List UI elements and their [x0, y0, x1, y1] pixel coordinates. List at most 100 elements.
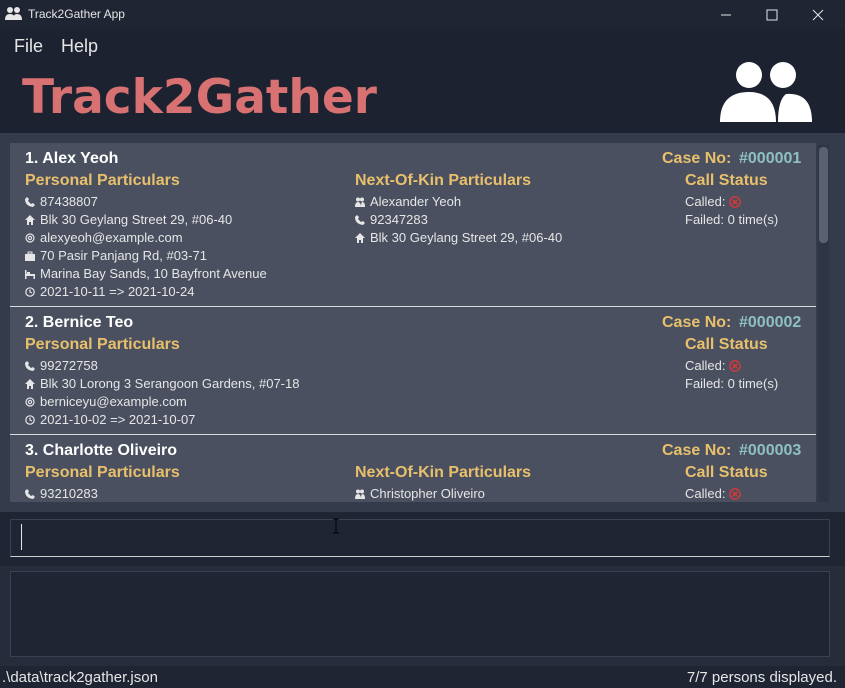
case-no-value: #000001 — [739, 150, 802, 167]
email-text: berniceyu@example.com — [40, 394, 187, 409]
phone-row: 93210283 — [25, 486, 98, 501]
app-title: Track2Gather — [22, 70, 377, 125]
nok-particulars-title: Next-Of-Kin Particulars — [355, 464, 532, 481]
person-name: 3. Charlotte Oliveiro — [25, 442, 178, 459]
failed-row: Failed: 0 time(s) — [685, 376, 778, 391]
quarantine-row: Marina Bay Sands, 10 Bayfront Avenue — [25, 266, 267, 281]
phone-icon — [25, 488, 35, 499]
email-row: alexyeoh@example.com — [25, 230, 183, 245]
phone-icon — [355, 214, 365, 225]
failed-text: Failed: 0 time(s) — [685, 376, 779, 391]
clock-icon — [25, 414, 35, 425]
maximize-button[interactable] — [749, 0, 795, 29]
result-display[interactable] — [10, 571, 830, 657]
phone-text: 99272758 — [40, 358, 98, 373]
personal-particulars-title: Personal Particulars — [25, 172, 180, 189]
people-icon — [5, 7, 22, 20]
ibeam-cursor-icon — [333, 518, 339, 534]
phone-icon — [25, 196, 35, 207]
failed-row: Failed: 0 time(s) — [685, 212, 778, 227]
people-icon — [355, 489, 365, 499]
person-card[interactable]: 3. Charlotte Oliveiro Case No: #000003 P… — [10, 435, 816, 502]
called-label: Called: — [685, 194, 726, 209]
people-icon — [355, 197, 365, 207]
period-row: 2021-10-11 => 2021-10-24 — [25, 284, 194, 299]
personal-particulars-title: Personal Particulars — [25, 464, 180, 481]
case-no-label: Case No: — [662, 442, 732, 459]
home-row: Blk 30 Lorong 3 Serangoon Gardens, #07-1… — [25, 376, 299, 391]
at-icon — [25, 232, 35, 243]
called-label: Called: — [685, 486, 726, 501]
menu-help[interactable]: Help — [61, 36, 98, 57]
x-circle-icon — [729, 359, 742, 372]
case-no-value: #000002 — [739, 314, 802, 331]
close-icon — [812, 9, 824, 20]
menu-bar — [0, 29, 845, 63]
called-row: Called: — [685, 194, 742, 209]
title-bar: Track2Gather App — [0, 0, 845, 29]
called-row: Called: — [685, 486, 742, 501]
period-text: 2021-10-02 => 2021-10-07 — [40, 412, 196, 427]
at-icon — [25, 396, 35, 407]
period-text: 2021-10-11 => 2021-10-24 — [40, 284, 195, 299]
person-name: 1. Alex Yeoh — [25, 150, 119, 167]
person-card[interactable]: 2. Bernice Teo Case No: #000002 Personal… — [10, 307, 816, 435]
minimize-icon — [721, 14, 731, 15]
home-icon — [25, 214, 35, 225]
work-row: 70 Pasir Panjang Rd, #03-71 — [25, 248, 207, 263]
minimize-button[interactable] — [703, 0, 749, 29]
briefcase-icon — [25, 251, 35, 261]
period-row: 2021-10-02 => 2021-10-07 — [25, 412, 195, 427]
case-no-label: Case No: — [662, 314, 732, 331]
home-icon — [25, 378, 35, 389]
nok-address-text: Blk 30 Geylang Street 29, #06-40 — [370, 230, 563, 245]
phone-text: 87438807 — [40, 194, 98, 209]
failed-text: Failed: 0 time(s) — [685, 212, 779, 227]
case-no-label: Case No: — [662, 150, 732, 167]
phone-icon — [25, 360, 35, 371]
nok-address-row: Blk 30 Geylang Street 29, #06-40 — [355, 230, 562, 245]
phone-text: 93210283 — [40, 486, 98, 501]
nok-name-text: Christopher Oliveiro — [370, 486, 485, 501]
personal-particulars-title: Personal Particulars — [25, 336, 180, 353]
persons-displayed: 7/7 persons displayed. — [686, 669, 837, 686]
quarantine-text: Marina Bay Sands, 10 Bayfront Avenue — [40, 266, 267, 281]
call-status-title: Call Status — [685, 172, 768, 189]
maximize-icon — [766, 9, 778, 20]
work-text: 70 Pasir Panjang Rd, #03-71 — [40, 248, 207, 263]
list-scroll-thumb[interactable] — [819, 147, 828, 243]
person-list[interactable]: 1. Alex Yeoh Case No: #000001 Personal P… — [10, 143, 816, 502]
home-text: Blk 30 Geylang Street 29, #06-40 — [40, 212, 233, 227]
clock-icon — [25, 286, 35, 297]
bed-icon — [25, 269, 35, 279]
person-card[interactable]: 1. Alex Yeoh Case No: #000001 Personal P… — [10, 143, 816, 307]
call-status-title: Call Status — [685, 336, 768, 353]
x-circle-icon — [729, 487, 742, 500]
home-row: Blk 30 Geylang Street 29, #06-40 — [25, 212, 232, 227]
nok-name-text: Alexander Yeoh — [370, 194, 462, 209]
status-bar: .\data\track2gather.json 7/7 persons dis… — [0, 666, 845, 688]
case-no-value: #000003 — [739, 442, 802, 459]
home-icon — [355, 232, 365, 243]
nok-particulars-title: Next-Of-Kin Particulars — [355, 172, 532, 189]
called-row: Called: — [685, 358, 742, 373]
close-button[interactable] — [795, 0, 841, 29]
nok-name-row: Christopher Oliveiro — [355, 486, 485, 501]
email-text: alexyeoh@example.com — [40, 230, 183, 245]
phone-row: 99272758 — [25, 358, 98, 373]
x-circle-icon — [729, 195, 742, 208]
called-label: Called: — [685, 358, 726, 373]
call-status-title: Call Status — [685, 464, 768, 481]
nok-phone-row: 92347283 — [355, 212, 428, 227]
people-icon — [720, 62, 812, 122]
window-title: Track2Gather App — [28, 7, 125, 21]
nok-phone-text: 92347283 — [370, 212, 428, 227]
menu-file[interactable]: File — [14, 36, 43, 57]
person-name: 2. Bernice Teo — [25, 314, 134, 331]
phone-row: 87438807 — [25, 194, 98, 209]
save-location: .\data\track2gather.json — [2, 669, 158, 686]
nok-name-row: Alexander Yeoh — [355, 194, 461, 209]
email-row: berniceyu@example.com — [25, 394, 187, 409]
command-input[interactable] — [10, 519, 830, 557]
home-text: Blk 30 Lorong 3 Serangoon Gardens, #07-1… — [40, 376, 300, 391]
